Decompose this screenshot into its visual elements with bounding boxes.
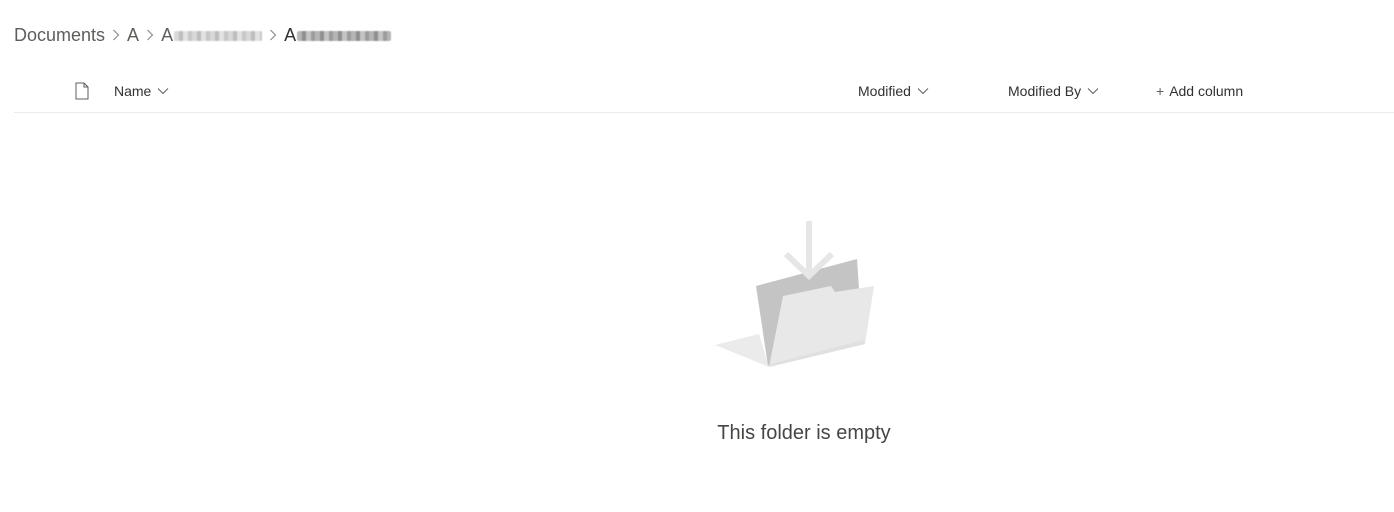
redacted-text [174, 31, 263, 42]
document-library-view: Documents A A A Name Modified Modified B… [0, 0, 1394, 512]
add-column-label: Add column [1169, 83, 1244, 99]
column-header-modified[interactable]: Modified [858, 70, 929, 112]
breadcrumb-item-initial: A [284, 25, 297, 45]
column-header-modified-label: Modified [858, 83, 911, 99]
column-header-modified-by-label: Modified By [1008, 83, 1082, 99]
chevron-down-icon [157, 87, 169, 95]
chevron-right-icon [105, 22, 127, 48]
chevron-down-icon [1087, 87, 1099, 95]
chevron-down-icon [917, 87, 929, 95]
folder-front [769, 286, 874, 367]
document-icon[interactable] [74, 82, 90, 100]
redacted-text [297, 31, 392, 42]
chevron-right-icon [139, 22, 161, 48]
column-header-name-label: Name [114, 83, 152, 99]
breadcrumb-item-redacted-folder[interactable]: A [161, 22, 263, 48]
folder-bottom-flap [715, 334, 769, 367]
breadcrumb-item-a[interactable]: A [127, 22, 139, 48]
chevron-right-icon [262, 22, 284, 48]
breadcrumb-item-current-folder[interactable]: A [284, 22, 392, 48]
breadcrumb-item-initial: A [161, 25, 174, 45]
column-header-row: Name Modified Modified By + Add column [14, 70, 1394, 113]
breadcrumb-item-documents[interactable]: Documents [14, 22, 105, 48]
empty-folder-illustration [715, 221, 874, 367]
add-column-button[interactable]: + Add column [1156, 70, 1243, 112]
column-header-modified-by[interactable]: Modified By [1008, 70, 1099, 112]
plus-icon: + [1156, 83, 1165, 99]
empty-folder-message: This folder is empty [717, 422, 891, 444]
column-header-name[interactable]: Name [114, 70, 169, 112]
breadcrumb: Documents A A A [14, 22, 392, 48]
